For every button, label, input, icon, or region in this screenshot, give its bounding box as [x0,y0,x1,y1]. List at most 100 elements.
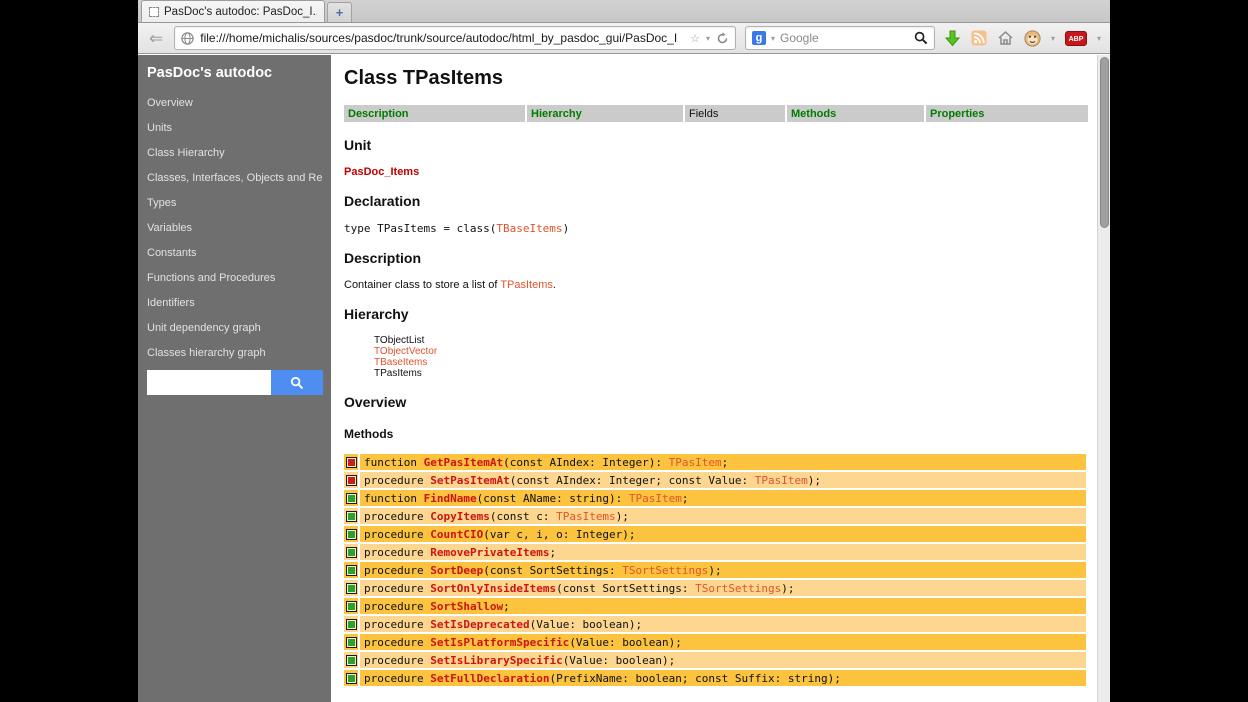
section-nav-link[interactable]: Description [348,108,409,120]
type-link[interactable]: TPasItem [755,474,808,487]
sidebar-item[interactable]: Constants [147,245,323,261]
type-link[interactable]: TBaseItems [374,357,427,368]
visibility-cell [344,580,358,596]
type-link[interactable]: TPasItem [669,456,722,469]
code-text: ; [503,600,510,613]
code-text: ); [808,474,821,487]
unit-link[interactable]: PasDoc_Items [344,166,419,178]
code-text: Container class to store a list of [344,279,500,291]
scrollbar[interactable] [1097,55,1110,702]
sidebar-item[interactable]: Overview [147,95,323,111]
identifier-link[interactable]: SortOnlyInsideItems [430,582,556,595]
sidebar-item[interactable]: Types [147,195,323,211]
section-nav-link[interactable]: Properties [930,108,984,120]
chevron-down-icon[interactable]: ▾ [1051,34,1055,43]
identifier-link[interactable]: FindName [424,492,477,505]
item-declaration: function GetPasItemAt(const AIndex: Inte… [360,454,1086,470]
sidebar-item[interactable]: Functions and Procedures [147,270,323,286]
identifier-link[interactable]: SetPasItemAt [430,474,509,487]
hierarchy-list: TObjectListTObjectVectorTBaseItemsTPasIt… [374,335,1097,379]
type-link[interactable]: TSortSettings [695,582,781,595]
scrollbar-thumb[interactable] [1100,57,1109,228]
search-button[interactable] [271,370,323,395]
item-declaration: procedure SetFullDeclaration(PrefixName:… [360,670,1086,686]
main-content: Class TPasItems DescriptionHierarchyFiel… [331,55,1097,702]
search-icon [290,376,304,390]
type-link[interactable]: TPasItems [500,279,553,291]
item-row: procedure SetIsPlatformSpecific(Value: b… [344,634,1086,650]
reload-icon[interactable] [716,32,729,45]
download-icon[interactable] [944,30,961,47]
sidebar-nav: Overview Units Class Hierarchy Classes, Int… [147,95,323,361]
favicon-placeholder-icon [149,7,159,17]
sidebar-item[interactable]: Class Hierarchy [147,145,323,161]
visibility-cell [344,526,358,542]
identifier-link[interactable]: CountCIO [430,528,483,541]
item-declaration: procedure SortDeep(const SortSettings: T… [360,562,1086,578]
chevron-down-icon[interactable]: ▾ [706,34,710,43]
type-link[interactable]: TObjectVector [374,346,437,357]
code-text: (const AIndex: Integer): [503,456,669,469]
type-link[interactable]: TPasItem [629,492,682,505]
url-bar[interactable]: file:///home/michalis/sources/pasdoc/tru… [174,26,736,50]
type-link[interactable]: TPasItems [556,510,616,523]
item-declaration: procedure SortShallow; [360,598,1086,614]
public-marker-icon [346,493,357,504]
search-icon[interactable] [914,31,928,45]
item-declaration: procedure SortOnlyInsideItems(const Sort… [360,580,1086,596]
visibility-cell [344,508,358,524]
code-text: procedure [364,582,430,595]
type-link[interactable]: TBaseItems [496,222,562,235]
code-text: ; [722,456,729,469]
new-tab-button[interactable]: + [327,2,352,22]
sidebar-item[interactable]: Classes, Interfaces, Objects and Records [147,170,323,186]
identifier-link[interactable]: SortShallow [430,600,503,613]
public-marker-icon [346,637,357,648]
code-text: (Value: boolean); [563,654,676,667]
sidebar-item[interactable]: Units [147,120,323,136]
sidebar-item[interactable]: Unit dependency graph [147,320,323,336]
back-icon[interactable]: ⇐ [147,30,165,47]
code-text: ); [781,582,794,595]
public-marker-icon [346,619,357,630]
hierarchy-heading: Hierarchy [344,306,1097,322]
chevron-down-icon[interactable]: ▾ [771,34,775,43]
identifier-link[interactable]: RemovePrivateItems [430,546,549,559]
bookmark-star-icon[interactable]: ☆ [690,32,700,45]
section-nav-link[interactable]: Methods [791,108,836,120]
code-text: (Value: boolean); [530,618,643,631]
identifier-link[interactable]: SetIsPlatformSpecific [430,636,569,649]
hierarchy-item: TObjectVector [374,346,1097,357]
search-engine-label[interactable]: Google [780,31,909,45]
identifier-link[interactable]: SortDeep [430,564,483,577]
sidebar-item[interactable]: Classes hierarchy graph [147,345,323,361]
visibility-cell [344,544,358,560]
item-row: procedure SetFullDeclaration(PrefixName:… [344,670,1086,686]
nav-cell: Fields [685,105,785,122]
adblock-icon[interactable]: ABP [1065,31,1087,46]
search-bar[interactable]: g ▾ Google [745,26,935,50]
item-row: procedure SetIsDeprecated(Value: boolean… [344,616,1086,632]
identifier-link[interactable]: CopyItems [430,510,490,523]
code-text: procedure [364,564,430,577]
nav-cell: Hierarchy [527,105,683,122]
sidebar-item[interactable]: Identifiers [147,295,323,311]
rss-icon[interactable] [971,30,987,46]
code-text: procedure [364,510,430,523]
browser-tab[interactable]: PasDoc's autodoc: PasDoc_I... [141,0,325,22]
identifier-link[interactable]: SetFullDeclaration [430,672,549,685]
sidebar-item[interactable]: Variables [147,220,323,236]
identifier-link[interactable]: SetIsDeprecated [430,618,529,631]
section-nav-link[interactable]: Hierarchy [531,108,582,120]
chevron-down-icon[interactable]: ▾ [1097,34,1101,43]
search-input[interactable] [147,370,271,395]
overview-heading: Overview [344,394,1097,410]
identifier-link[interactable]: SetIsLibrarySpecific [430,654,562,667]
greasemonkey-icon[interactable] [1024,30,1041,47]
type-link[interactable]: TSortSettings [622,564,708,577]
navigation-toolbar: ⇐ file:///home/michalis/sources/pasdoc/t… [138,23,1110,54]
plus-icon: + [336,5,344,20]
url-text[interactable]: file:///home/michalis/sources/pasdoc/tru… [200,31,684,45]
identifier-link[interactable]: GetPasItemAt [424,456,503,469]
home-icon[interactable] [997,30,1014,46]
